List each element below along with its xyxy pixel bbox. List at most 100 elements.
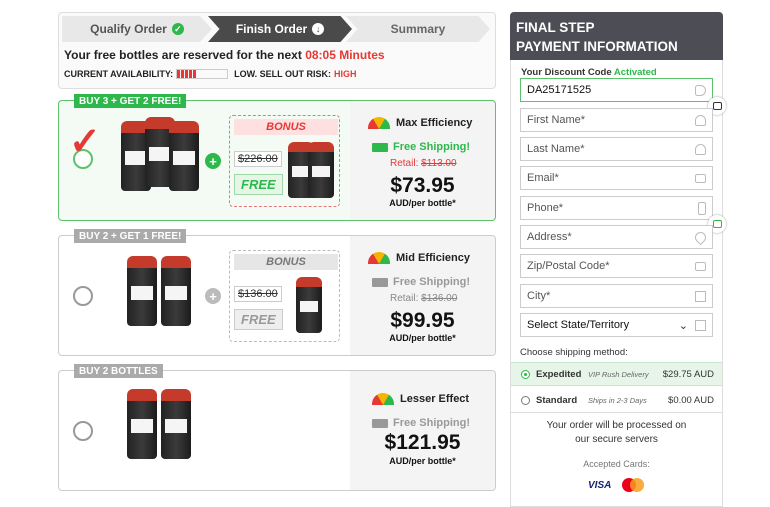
offer-radio[interactable]	[73, 286, 93, 306]
step-label: Qualify Order	[90, 22, 167, 36]
retail-label: Retail:	[390, 158, 419, 169]
offer-buy2-get1[interactable]: BUY 2 + GET 1 FREE! + BONUS $136.00 FREE…	[58, 229, 496, 356]
phone-icon	[698, 202, 706, 215]
email-field[interactable]: Email*	[520, 166, 713, 190]
last-name-placeholder: Last Name*	[527, 143, 585, 155]
bonus-free-label: FREE	[234, 174, 283, 195]
payment-title-step: FINAL STEP	[516, 20, 595, 35]
shipping-radio[interactable]	[521, 395, 530, 405]
state-select[interactable]: Select State/Territory ⌄	[520, 313, 713, 337]
shipping-option-standard[interactable]: Standard Ships in 2-3 Days $0.00 AUD	[511, 388, 722, 412]
user-icon	[695, 115, 706, 126]
progress-steps: Qualify Order ✓ Finish Order ↓ Summary	[58, 12, 496, 44]
truck-icon	[372, 418, 388, 428]
secure-note-line1: Your order will be processed on	[546, 420, 687, 431]
last-name-field[interactable]: Last Name*	[520, 137, 713, 161]
truck-icon	[372, 277, 388, 287]
payment-title: PAYMENT INFORMATION	[516, 39, 678, 54]
shipping-row: Free Shipping!	[372, 141, 470, 153]
gauge-icon	[368, 117, 390, 129]
flag-icon	[695, 320, 706, 331]
price-panel: Lesser Effect Free Shipping! $121.95 AUD…	[350, 371, 495, 490]
offer-tag: BUY 3 + GET 2 FREE!	[74, 94, 187, 108]
city-field[interactable]: City*	[520, 284, 713, 308]
secure-note: Your order will be processed on our secu…	[511, 419, 722, 447]
shipping-desc: VIP Rush Delivery	[588, 369, 649, 379]
countdown-timer: 08:05 Minutes	[305, 48, 385, 62]
bonus-box: BONUS $226.00 FREE	[229, 115, 340, 207]
discount-code-value: DA25171525	[527, 84, 592, 96]
payment-header: FINAL STEP PAYMENT INFORMATION	[510, 12, 723, 60]
efficiency-row: Max Efficiency	[368, 117, 472, 129]
divider	[511, 412, 722, 413]
step-finish-order: Finish Order ↓	[208, 16, 352, 42]
zip-placeholder: Zip/Postal Code*	[527, 260, 610, 272]
envelope-icon	[695, 174, 706, 183]
step-label: Summary	[390, 22, 446, 36]
offer-radio[interactable]	[73, 421, 93, 441]
product-bottles-image	[121, 117, 199, 191]
offer-buy2[interactable]: BUY 2 BOTTLES Lesser Effect Free Shippin…	[58, 364, 496, 491]
bonus-free-label: FREE	[234, 309, 283, 330]
bonus-bottles-image	[288, 142, 334, 198]
accepted-cards-label: Accepted Cards:	[583, 459, 650, 469]
shipping-method-label: Choose shipping method:	[520, 347, 628, 358]
first-name-field[interactable]: First Name*	[520, 108, 713, 132]
shipping-name: Expedited	[536, 368, 582, 380]
per-bottle-label: AUD/per bottle*	[389, 198, 456, 208]
shipping-cost: $29.75 AUD	[662, 368, 714, 380]
reserve-text: Your free bottles are reserved for the n…	[64, 48, 302, 62]
email-placeholder: Email*	[527, 172, 559, 184]
discount-code-field[interactable]: DA25171525	[520, 78, 713, 102]
availability-row: CURRENT AVAILABILITY: LOW. SELL OUT RISK…	[64, 69, 357, 79]
map-pin-icon	[692, 229, 709, 246]
discount-label: Your Discount Code	[521, 67, 612, 78]
step-qualify-order: Qualify Order ✓	[62, 16, 212, 42]
shipping-label: Free Shipping!	[393, 141, 470, 153]
step-summary: Summary	[346, 16, 490, 42]
state-select-value: Select State/Territory	[527, 319, 630, 331]
shipping-row: Free Shipping!	[372, 417, 470, 429]
offer-tag: BUY 2 BOTTLES	[74, 364, 163, 378]
check-circle-icon: ✓	[171, 23, 184, 35]
mastercard-logo	[622, 478, 644, 492]
shipping-label: Free Shipping!	[393, 417, 470, 429]
efficiency-label: Max Efficiency	[396, 117, 473, 129]
offer-price: $121.95	[384, 431, 461, 454]
discount-label-row: Your Discount Code Activated	[521, 67, 657, 78]
bonus-old-price: $136.00	[234, 286, 282, 302]
offer-tag: BUY 2 + GET 1 FREE!	[74, 229, 187, 243]
user-icon	[695, 144, 706, 155]
bonus-label: BONUS	[234, 254, 338, 270]
address-field[interactable]: Address*	[520, 225, 713, 249]
shipping-radio[interactable]	[521, 369, 530, 379]
availability-bar	[176, 69, 229, 79]
efficiency-row: Mid Efficiency	[368, 252, 470, 264]
risk-label: LOW. SELL OUT RISK:	[234, 69, 331, 79]
product-bottles-image	[127, 256, 191, 326]
shipping-option-expedited[interactable]: Expedited VIP Rush Delivery $29.75 AUD	[511, 362, 722, 386]
plus-icon: +	[205, 288, 221, 304]
availability-label: CURRENT AVAILABILITY:	[64, 69, 174, 79]
tag-icon	[695, 85, 706, 96]
chevron-down-icon: ⌄	[678, 320, 688, 332]
offer-buy3-get2[interactable]: BUY 3 + GET 2 FREE! ✓ + BONUS $226.00 FR…	[58, 94, 496, 221]
offer-price: $73.95	[390, 174, 455, 197]
offer-price: $99.95	[390, 309, 455, 332]
plus-icon: +	[205, 153, 221, 169]
phone-field[interactable]: Phone*	[520, 196, 713, 220]
product-bottles-image	[127, 389, 191, 459]
zip-icon	[695, 262, 706, 271]
red-checkmark-icon: ✓	[69, 121, 101, 163]
bonus-old-price: $226.00	[234, 151, 282, 167]
price-panel: Max Efficiency Free Shipping! Retail: $1…	[350, 101, 495, 220]
zip-field[interactable]: Zip/Postal Code*	[520, 254, 713, 278]
visa-logo: VISA	[588, 480, 612, 491]
bonus-label: BONUS	[234, 119, 338, 135]
retail-price: Retail: $113.00	[390, 158, 457, 169]
efficiency-label: Mid Efficiency	[396, 252, 470, 264]
bonus-box: BONUS $136.00 FREE	[229, 250, 340, 342]
shipping-desc: Ships in 2-3 Days	[588, 395, 647, 405]
city-placeholder: City*	[527, 290, 551, 302]
gauge-icon	[372, 393, 394, 405]
